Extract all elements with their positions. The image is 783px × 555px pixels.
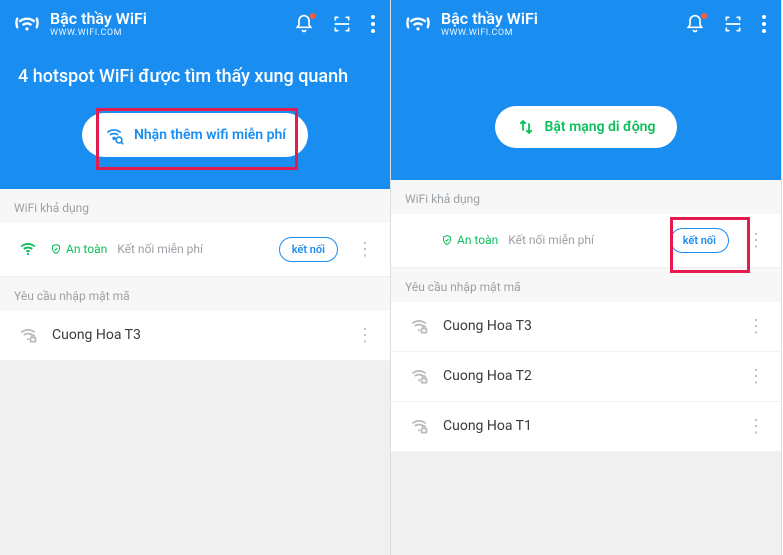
app-subtitle: WWW.WIFI.COM [441, 28, 538, 38]
free-connect-label: Kết nối miễn phí [508, 233, 594, 247]
bell-icon[interactable] [294, 14, 314, 34]
connect-button[interactable]: kết nối [279, 237, 338, 262]
notification-dot [310, 13, 316, 19]
row-menu-icon[interactable]: ⋮ [741, 416, 771, 437]
header-icons [294, 14, 376, 34]
scan-icon[interactable] [723, 14, 743, 34]
headline: 4 hotspot WiFi được tìm thấy xung quanh [18, 66, 372, 87]
row-menu-icon[interactable]: ⋮ [741, 230, 771, 251]
title-block: Bậc thầy WiFi WWW.WIFI.COM [405, 10, 538, 38]
available-network-row[interactable]: An toàn Kết nối miễn phí kết nối ⋮ [0, 223, 390, 277]
safe-badge: An toàn [441, 233, 498, 247]
header-icons [685, 14, 767, 34]
section-available-title: WiFi khả dụng [391, 180, 781, 214]
section-password-title: Yêu cầu nhập mật mã [0, 277, 390, 311]
wifi-lock-icon [409, 416, 429, 436]
row-menu-icon[interactable]: ⋮ [350, 325, 380, 346]
wifi-icon [18, 239, 38, 259]
pill-label: Bật mạng di động [545, 119, 656, 135]
section-password-title: Yêu cầu nhập mật mã [391, 268, 781, 302]
get-more-wifi-button[interactable]: Nhận thêm wifi miễn phí [82, 113, 308, 157]
safe-label: An toàn [457, 233, 498, 247]
network-meta: An toàn Kết nối miễn phí [50, 242, 203, 256]
empty-space [0, 361, 390, 555]
connect-button[interactable]: kết nối [670, 228, 729, 253]
row-menu-icon[interactable]: ⋮ [741, 316, 771, 337]
wifi-lock-icon [409, 316, 429, 336]
header-row: Bậc thầy WiFi WWW.WIFI.COM [405, 10, 767, 38]
row-menu-icon[interactable]: ⋮ [350, 239, 380, 260]
scan-icon[interactable] [332, 14, 352, 34]
safe-label: An toàn [66, 242, 107, 256]
network-meta: An toàn Kết nối miễn phí [441, 233, 594, 247]
wifi-logo-icon [405, 11, 431, 37]
phone-right: Bậc thầy WiFi WWW.WIFI.COM [391, 0, 782, 555]
network-name: Cuong Hoa T1 [443, 418, 727, 434]
wifi-search-icon [104, 125, 124, 145]
network-row[interactable]: Cuong Hoa T2 ⋮ [391, 352, 781, 402]
phone-left: Bậc thầy WiFi WWW.WIFI.COM 4 hotspot WiF… [0, 0, 391, 555]
menu-icon[interactable] [761, 14, 767, 34]
safe-badge: An toàn [50, 242, 107, 256]
pill-label: Nhận thêm wifi miễn phí [134, 127, 286, 143]
app-title: Bậc thầy WiFi [50, 10, 147, 28]
notification-dot [701, 13, 707, 19]
header: Bậc thầy WiFi WWW.WIFI.COM 4 hotspot WiF… [0, 0, 390, 189]
network-row[interactable]: Cuong Hoa T3 ⋮ [0, 311, 390, 361]
network-row[interactable]: Cuong Hoa T3 ⋮ [391, 302, 781, 352]
app-subtitle: WWW.WIFI.COM [50, 28, 147, 38]
header-row: Bậc thầy WiFi WWW.WIFI.COM [14, 10, 376, 38]
enable-mobile-data-button[interactable]: Bật mạng di động [495, 106, 678, 148]
wifi-logo-icon [14, 11, 40, 37]
empty-space [391, 452, 781, 555]
free-connect-label: Kết nối miễn phí [117, 242, 203, 256]
wifi-lock-icon [409, 366, 429, 386]
wifi-lock-icon [18, 325, 38, 345]
network-row[interactable]: Cuong Hoa T1 ⋮ [391, 402, 781, 452]
title-block: Bậc thầy WiFi WWW.WIFI.COM [14, 10, 147, 38]
network-name: Cuong Hoa T3 [52, 327, 336, 343]
section-available-title: WiFi khả dụng [0, 189, 390, 223]
bell-icon[interactable] [685, 14, 705, 34]
data-swap-icon [517, 118, 535, 136]
menu-icon[interactable] [370, 14, 376, 34]
app-title: Bậc thầy WiFi [441, 10, 538, 28]
network-name: Cuong Hoa T3 [443, 318, 727, 334]
available-network-row[interactable]: An toàn Kết nối miễn phí kết nối ⋮ [391, 214, 781, 268]
header: Bậc thầy WiFi WWW.WIFI.COM [391, 0, 781, 180]
network-name: Cuong Hoa T2 [443, 368, 727, 384]
row-menu-icon[interactable]: ⋮ [741, 366, 771, 387]
